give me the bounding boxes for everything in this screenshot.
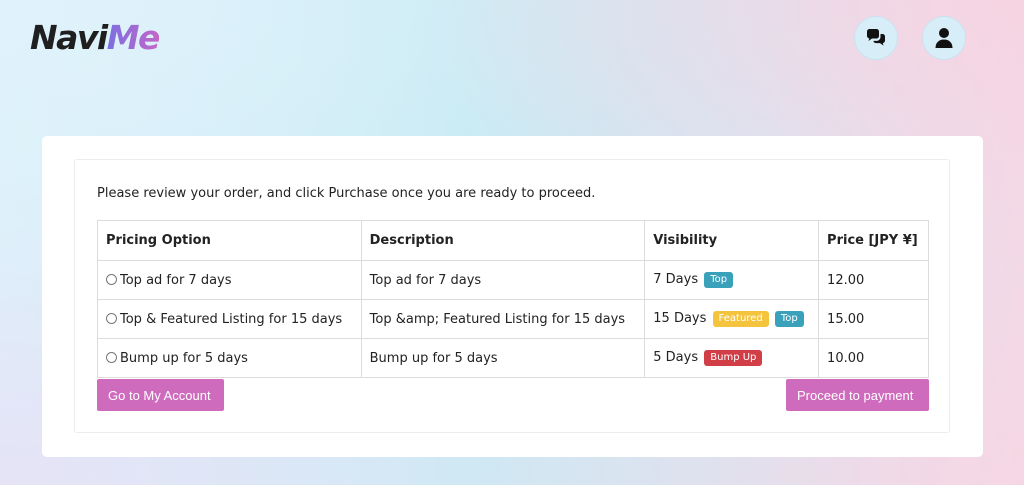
- logo-text-me: Me: [106, 18, 161, 57]
- logo-text-navi: Navi: [30, 18, 108, 57]
- pricing-option-radio[interactable]: [106, 312, 117, 324]
- price-cell: 15.00: [818, 299, 929, 339]
- column-header-price: Price [JPY ¥]: [818, 220, 929, 261]
- description-cell: Top &amp; Featured Listing for 15 days: [360, 299, 646, 339]
- visibility-days: 15 Days: [653, 311, 707, 326]
- table-header-row: Pricing Option Description Visibility Pr…: [97, 220, 929, 261]
- price-cell: 12.00: [818, 260, 929, 300]
- top-badge: Top: [704, 272, 734, 288]
- pricing-option-label: Top & Featured Listing for 15 days: [120, 311, 343, 327]
- pricing-table: Pricing Option Description Visibility Pr…: [97, 220, 929, 378]
- pricing-option-cell[interactable]: Bump up for 5 days: [97, 338, 362, 378]
- description-cell: Top ad for 7 days: [360, 260, 646, 300]
- visibility-days: 7 Days: [653, 272, 699, 287]
- pricing-option-radio[interactable]: [106, 273, 117, 285]
- price-cell: 10.00: [818, 338, 929, 378]
- visibility-days: 5 Days: [653, 350, 699, 365]
- messages-button[interactable]: [854, 16, 898, 60]
- visibility-cell: 5 Days Bump Up: [644, 338, 820, 378]
- description-cell: Bump up for 5 days: [360, 338, 646, 378]
- top-badge: Top: [774, 311, 804, 327]
- visibility-cell: 15 Days Featured Top: [644, 299, 820, 339]
- chat-bubbles-icon: [867, 29, 885, 46]
- proceed-to-payment-button[interactable]: Proceed to payment: [786, 379, 929, 411]
- order-instructions: Please review your order, and click Purc…: [97, 186, 596, 201]
- go-to-account-button[interactable]: Go to My Account: [97, 379, 224, 411]
- pricing-option-radio[interactable]: [106, 351, 117, 363]
- pricing-option-cell[interactable]: Top & Featured Listing for 15 days: [97, 299, 362, 339]
- bump-up-badge: Bump Up: [704, 350, 763, 366]
- featured-badge: Featured: [712, 311, 769, 327]
- column-header-visibility: Visibility: [644, 220, 820, 261]
- column-header-description: Description: [360, 220, 646, 261]
- pricing-option-label: Top ad for 7 days: [120, 272, 232, 288]
- table-row[interactable]: Top ad for 7 days Top ad for 7 days 7 Da…: [97, 260, 929, 300]
- column-header-pricing-option: Pricing Option: [97, 220, 362, 261]
- navime-logo[interactable]: NaviMe: [30, 18, 161, 58]
- account-button[interactable]: [922, 16, 966, 60]
- pricing-option-label: Bump up for 5 days: [120, 350, 248, 366]
- user-icon: [935, 28, 953, 48]
- order-review-panel: Please review your order, and click Purc…: [74, 159, 950, 433]
- table-row[interactable]: Bump up for 5 days Bump up for 5 days 5 …: [97, 338, 929, 378]
- table-row[interactable]: Top & Featured Listing for 15 days Top &…: [97, 299, 929, 339]
- visibility-cell: 7 Days Top: [644, 260, 820, 300]
- pricing-option-cell[interactable]: Top ad for 7 days: [97, 260, 362, 300]
- order-card: Please review your order, and click Purc…: [42, 136, 983, 457]
